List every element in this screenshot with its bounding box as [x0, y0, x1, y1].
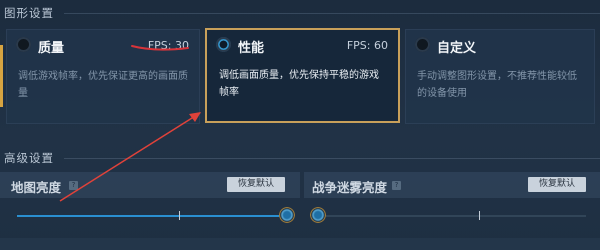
arrow-head-icon: [189, 112, 201, 122]
annotation-overlay: [59, 45, 201, 202]
underline-annotation: [131, 45, 189, 51]
arrow-annotation: [59, 112, 201, 202]
